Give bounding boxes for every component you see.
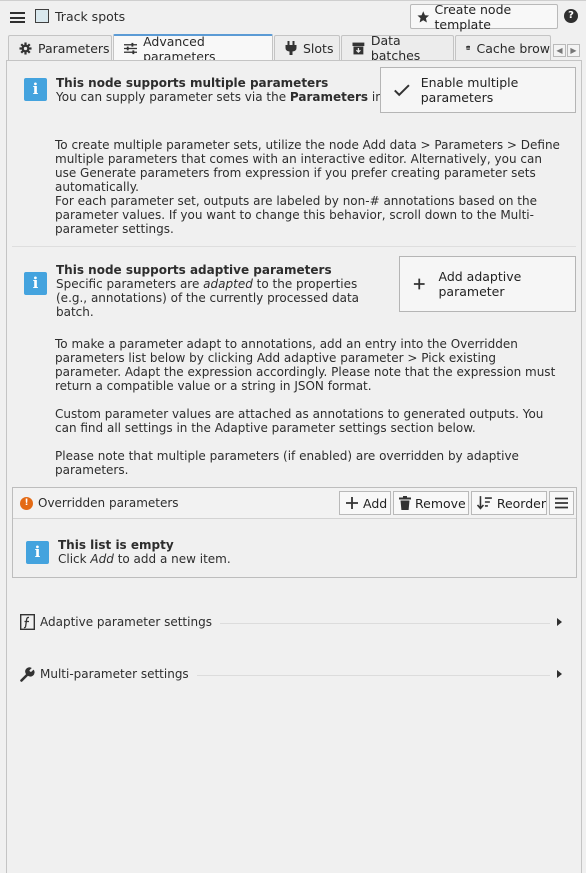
adaptive-parameters-help-3: Please note that multiple parameters (if… bbox=[55, 449, 519, 477]
adaptive-parameters-help-2: Custom parameter values are attached as … bbox=[55, 407, 544, 435]
tab-scroll-right-icon[interactable]: ▶ bbox=[567, 44, 580, 57]
reorder-items-button[interactable]: Reorder bbox=[471, 491, 547, 515]
plus-icon bbox=[346, 497, 358, 509]
create-node-template-button[interactable]: Create node template bbox=[410, 1, 558, 32]
function-icon bbox=[20, 614, 35, 630]
adaptive-subtitle-pre: Specific parameters are bbox=[56, 277, 204, 291]
multi-parameters-help-2: For each parameter set, outputs are labe… bbox=[55, 194, 537, 236]
adaptive-parameters-title: This node supports adaptive parameters bbox=[56, 263, 332, 277]
reorder-items-label: Reorder bbox=[496, 495, 546, 511]
expand-arrow-icon[interactable] bbox=[557, 670, 562, 678]
empty-hint-pre: Click bbox=[58, 552, 91, 566]
tab-data-batches-label: Data batches bbox=[370, 33, 421, 63]
overridden-parameters-list: ! Overridden parameters Add Remove Reord… bbox=[12, 487, 577, 578]
info-icon: i bbox=[26, 541, 49, 564]
enable-multiple-parameters-label: Enable multiple parameters bbox=[420, 75, 519, 105]
tab-advanced-parameters[interactable]: Advanced parameters bbox=[113, 33, 273, 64]
info-icon: i bbox=[24, 78, 47, 101]
hamburger-menu-icon[interactable] bbox=[10, 12, 25, 23]
multi-parameters-help-1: To create multiple parameter sets, utili… bbox=[55, 138, 560, 194]
list-menu-button[interactable] bbox=[549, 491, 574, 515]
add-adaptive-parameter-button[interactable]: Add adaptive parameter bbox=[399, 256, 576, 312]
enable-multiple-parameters-button[interactable]: Enable multiple parameters bbox=[380, 67, 576, 113]
menu-icon bbox=[555, 497, 568, 509]
tab-slots[interactable]: Slots bbox=[274, 35, 340, 60]
sliders-icon bbox=[124, 42, 138, 55]
remove-item-label: Remove bbox=[415, 495, 466, 511]
empty-list-hint: Click Add to add a new item. bbox=[58, 552, 231, 566]
tab-advanced-parameters-label: Advanced parameters bbox=[143, 33, 216, 64]
empty-hint-post: to add a new item. bbox=[113, 552, 231, 566]
multi-subtitle-pre: You can supply parameter sets via the bbox=[56, 90, 290, 104]
adaptive-parameter-settings-label: Adaptive parameter settings bbox=[40, 615, 220, 629]
adaptive-subtitle-italic: adapted bbox=[203, 277, 253, 291]
tab-parameters[interactable]: Parameters bbox=[8, 35, 112, 60]
multi-subtitle-bold: Parameters bbox=[289, 90, 369, 104]
tab-cache-browser-label: Cache brow bbox=[476, 40, 550, 56]
adaptive-parameters-subtitle: Specific parameters are adapted to the p… bbox=[56, 277, 376, 319]
empty-list-title: This list is empty bbox=[58, 538, 174, 552]
database-icon bbox=[466, 45, 471, 50]
add-item-button[interactable]: Add bbox=[339, 491, 391, 515]
tab-bar: Parameters Advanced parameters Slots Dat… bbox=[0, 33, 586, 64]
tab-scroll-left-icon[interactable]: ◀ bbox=[553, 44, 566, 57]
tab-parameters-label: Parameters bbox=[38, 40, 110, 56]
archive-icon bbox=[352, 42, 365, 54]
adaptive-parameter-settings-section[interactable]: Adaptive parameter settings bbox=[18, 613, 574, 633]
plus-icon bbox=[413, 278, 425, 290]
adaptive-parameters-help-1: To make a parameter adapt to annotations… bbox=[55, 337, 556, 393]
multi-parameter-settings-section[interactable]: Multi-parameter settings bbox=[18, 665, 574, 685]
remove-item-button[interactable]: Remove bbox=[393, 491, 469, 515]
empty-hint-italic: Add bbox=[90, 552, 114, 566]
wrench-icon bbox=[20, 667, 35, 682]
section-separator bbox=[12, 246, 576, 247]
add-item-label: Add bbox=[363, 495, 388, 511]
star-icon bbox=[417, 10, 430, 23]
tab-slots-label: Slots bbox=[303, 40, 334, 56]
gear-icon bbox=[19, 41, 32, 55]
multi-parameters-subtitle: You can supply parameter sets via the Pa… bbox=[56, 90, 407, 104]
create-node-template-label: Create node template bbox=[434, 1, 512, 32]
add-adaptive-parameter-label: Add adaptive parameter bbox=[438, 269, 522, 299]
checkmark-icon bbox=[394, 84, 410, 97]
info-icon: i bbox=[24, 272, 47, 295]
trash-icon bbox=[399, 496, 411, 510]
plug-icon bbox=[285, 41, 297, 55]
tab-cache-browser[interactable]: Cache brow bbox=[455, 35, 551, 60]
node-name: Track spots bbox=[55, 9, 126, 24]
expand-arrow-icon[interactable] bbox=[557, 618, 562, 626]
node-header: Track spots Create node template ? bbox=[0, 1, 586, 32]
overridden-parameters-title: Overridden parameters bbox=[38, 496, 179, 510]
overridden-parameters-toolbar: ! Overridden parameters Add Remove Reord… bbox=[13, 488, 576, 519]
warning-icon: ! bbox=[20, 497, 33, 510]
multi-parameters-title: This node supports multiple parameters bbox=[56, 76, 329, 90]
help-icon[interactable]: ? bbox=[564, 9, 578, 23]
sort-icon bbox=[477, 496, 492, 510]
node-color-icon bbox=[35, 9, 49, 23]
multi-parameter-settings-label: Multi-parameter settings bbox=[40, 667, 197, 681]
tab-data-batches[interactable]: Data batches bbox=[341, 33, 454, 63]
